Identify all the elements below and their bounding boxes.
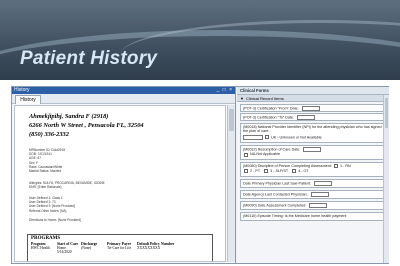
discipline-slp-checkbox[interactable] (264, 169, 269, 174)
app-window: History _ □ × History Ahmekjipihj, Sandr… (11, 86, 389, 264)
user-defined-block: User Defined 1: Class 1 User Defined 2: … (29, 196, 75, 213)
table-cell: Home 5/14/2020 (57, 246, 72, 254)
cert-to-input[interactable] (297, 115, 316, 120)
m0018-row: (M0018) National Provider Identifier (NP… (240, 123, 386, 143)
assessment-date-input[interactable] (309, 203, 328, 208)
detail-line: Directions to Home: [None Provided] (29, 218, 81, 222)
section-label: Clinical Record Items (245, 95, 284, 101)
npi-input[interactable] (243, 134, 263, 140)
programs-title: PROGRAMS (31, 236, 61, 241)
history-scrollbar[interactable] (227, 105, 235, 262)
cert-from-input[interactable] (301, 106, 320, 111)
collapse-triangle-icon[interactable]: ▼ (240, 95, 244, 102)
cert-from-row: (POT-3) Certification "From" Date: (240, 104, 386, 112)
patient-name: Ahmekjipihj, Sandra F (2918) (29, 113, 109, 120)
detail-line: Marital Status: Married (29, 168, 62, 173)
detail-line: User Defined 3: [None Provided] (29, 204, 75, 209)
directions-block: Directions to Home: [None Provided] (29, 218, 81, 222)
field-label: (M0090) Date Assessment Completed: (243, 203, 307, 208)
option-label: 3 - SLP/ST (270, 169, 289, 173)
checkbox-label: NA-Not Applicable (250, 152, 280, 157)
slide-title: Patient History (20, 48, 158, 69)
history-titlebar: History _ □ × (12, 87, 235, 94)
detail-line: Referral Other Notes: [NA] (29, 208, 67, 213)
history-window-title: History (14, 87, 30, 93)
m0110-row: (M0110) Episode Timing: Is the Medicare … (240, 212, 386, 221)
patient-phone: (850) 336-2332 (29, 131, 69, 138)
slide-header: Patient History (0, 0, 400, 80)
checkbox-label: UK - Unknown or Not Available (271, 135, 322, 140)
m0032-row: (M0032) Resumption of Care Date: NA-Not … (240, 145, 386, 160)
discipline-rn-checkbox[interactable] (333, 164, 338, 169)
window-controls[interactable]: _ □ × (217, 87, 234, 94)
table-cell: XXXXXXXXX (137, 246, 161, 250)
field-label: (M0110) Episode Timing: Is the Medicare … (243, 214, 347, 218)
scrollbar-thumb[interactable] (385, 98, 388, 128)
option-label: 2 - PT (250, 169, 261, 173)
clinical-scrollbar[interactable] (383, 95, 389, 263)
clinical-forms-pane: Clinical Forms ▼ Clinical Record Items (… (237, 87, 389, 263)
table-cell: Tri-Care for Life (107, 246, 132, 250)
agency-date-row: Date Agency Last Contacted Physician: (240, 190, 386, 199)
patient-document: Ahmekjipihj, Sandra F (2918) 6266 North … (14, 105, 226, 262)
discipline-ot-checkbox[interactable] (292, 169, 297, 174)
field-label: (POT-3) Certification "To" Date: (243, 115, 294, 120)
tab-strip: History (12, 94, 235, 104)
field-label: Date Agency Last Contacted Physician: (243, 192, 308, 197)
uk-checkbox[interactable] (265, 135, 270, 140)
physician-date-input[interactable] (314, 181, 333, 186)
physician-date-row: Date Primary Physician Last Saw Patient: (240, 179, 386, 188)
header-swoosh-secondary (120, 20, 400, 80)
option-label: 4 - OT (298, 169, 309, 173)
field-label: (M0080) Discipline of Person Completing … (243, 164, 332, 168)
scrollbar-thumb[interactable] (229, 109, 234, 131)
programs-table: PROGRAMS Program Start of Care Discharge… (27, 234, 213, 261)
tab-history[interactable]: History (15, 95, 41, 104)
patient-address: 6266 North W Street , Pensacola FL, 3250… (29, 122, 144, 129)
allergies-block: Allergies: SULFA, PROCARDIA, BEXAMIDE, I… (29, 181, 105, 189)
field-label: (M0032) Resumption of Care Date: (243, 147, 301, 152)
table-cell: HWC Health (31, 246, 50, 250)
na-checkbox[interactable] (244, 152, 248, 157)
field-label: (M0018) National Provider Identifier (NP… (243, 125, 382, 134)
cert-to-row: (POT-3) Certification "To" Date: (240, 113, 386, 121)
agency-date-input[interactable] (310, 192, 329, 197)
m0090-row: (M0090) Date Assessment Completed: (240, 201, 386, 210)
table-cell: (None) (81, 246, 92, 250)
history-pane: History _ □ × History Ahmekjipihj, Sandr… (12, 87, 236, 263)
detail-line: DNR: [Enter Rationale] (29, 185, 62, 190)
demographics-block: MRNumber ID: Gold2918 DOB: 7/01/1941 AGE… (29, 148, 65, 173)
clinical-record-section[interactable]: ▼ Clinical Record Items (237, 95, 389, 102)
field-label: (POT-3) Certification "From" Date: (243, 106, 299, 111)
table-row[interactable]: HWC Health Home 5/14/2020 (None) Tri-Car… (28, 246, 212, 254)
roc-date-input[interactable] (303, 147, 322, 152)
discipline-pt-checkbox[interactable] (244, 169, 248, 174)
option-label: 1 - RN (340, 164, 351, 168)
field-label: Date Primary Physician Last Saw Patient: (243, 181, 312, 186)
m0080-row: (M0080) Discipline of Person Completing … (240, 162, 386, 177)
